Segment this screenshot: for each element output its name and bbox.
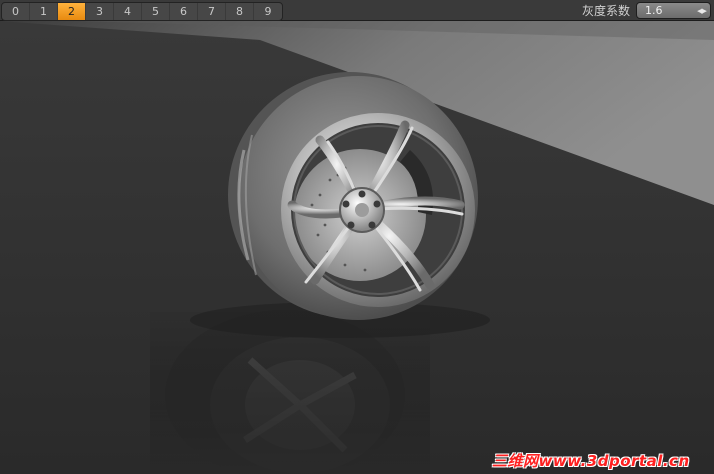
gray-factor-field[interactable]: 1.6 ◀▶ bbox=[636, 2, 711, 19]
frame-tab-2[interactable]: 2 bbox=[58, 3, 86, 20]
render-scene bbox=[0, 0, 714, 474]
frame-tab-7[interactable]: 7 bbox=[198, 3, 226, 20]
render-viewport[interactable]: 0123456789 灰度系数 1.6 ◀▶ 三维网www.3dportal.c… bbox=[0, 0, 714, 474]
frame-tab-3[interactable]: 3 bbox=[86, 3, 114, 20]
gray-factor-label: 灰度系数 bbox=[582, 4, 631, 18]
frame-tab-4[interactable]: 4 bbox=[114, 3, 142, 20]
frame-tab-8[interactable]: 8 bbox=[226, 3, 254, 20]
frame-tab-5[interactable]: 5 bbox=[142, 3, 170, 20]
frame-tab-0[interactable]: 0 bbox=[2, 3, 30, 20]
gray-factor-value[interactable]: 1.6 bbox=[645, 3, 663, 18]
render-toolbar: 0123456789 灰度系数 1.6 ◀▶ bbox=[0, 0, 714, 21]
left-right-arrows-icon[interactable]: ◀▶ bbox=[696, 4, 707, 17]
frame-selector: 0123456789 bbox=[1, 2, 283, 21]
watermark-text: 三维网www.3dportal.cn bbox=[492, 452, 690, 470]
frame-tab-6[interactable]: 6 bbox=[170, 3, 198, 20]
frame-tab-9[interactable]: 9 bbox=[254, 3, 282, 20]
frame-tab-1[interactable]: 1 bbox=[30, 3, 58, 20]
